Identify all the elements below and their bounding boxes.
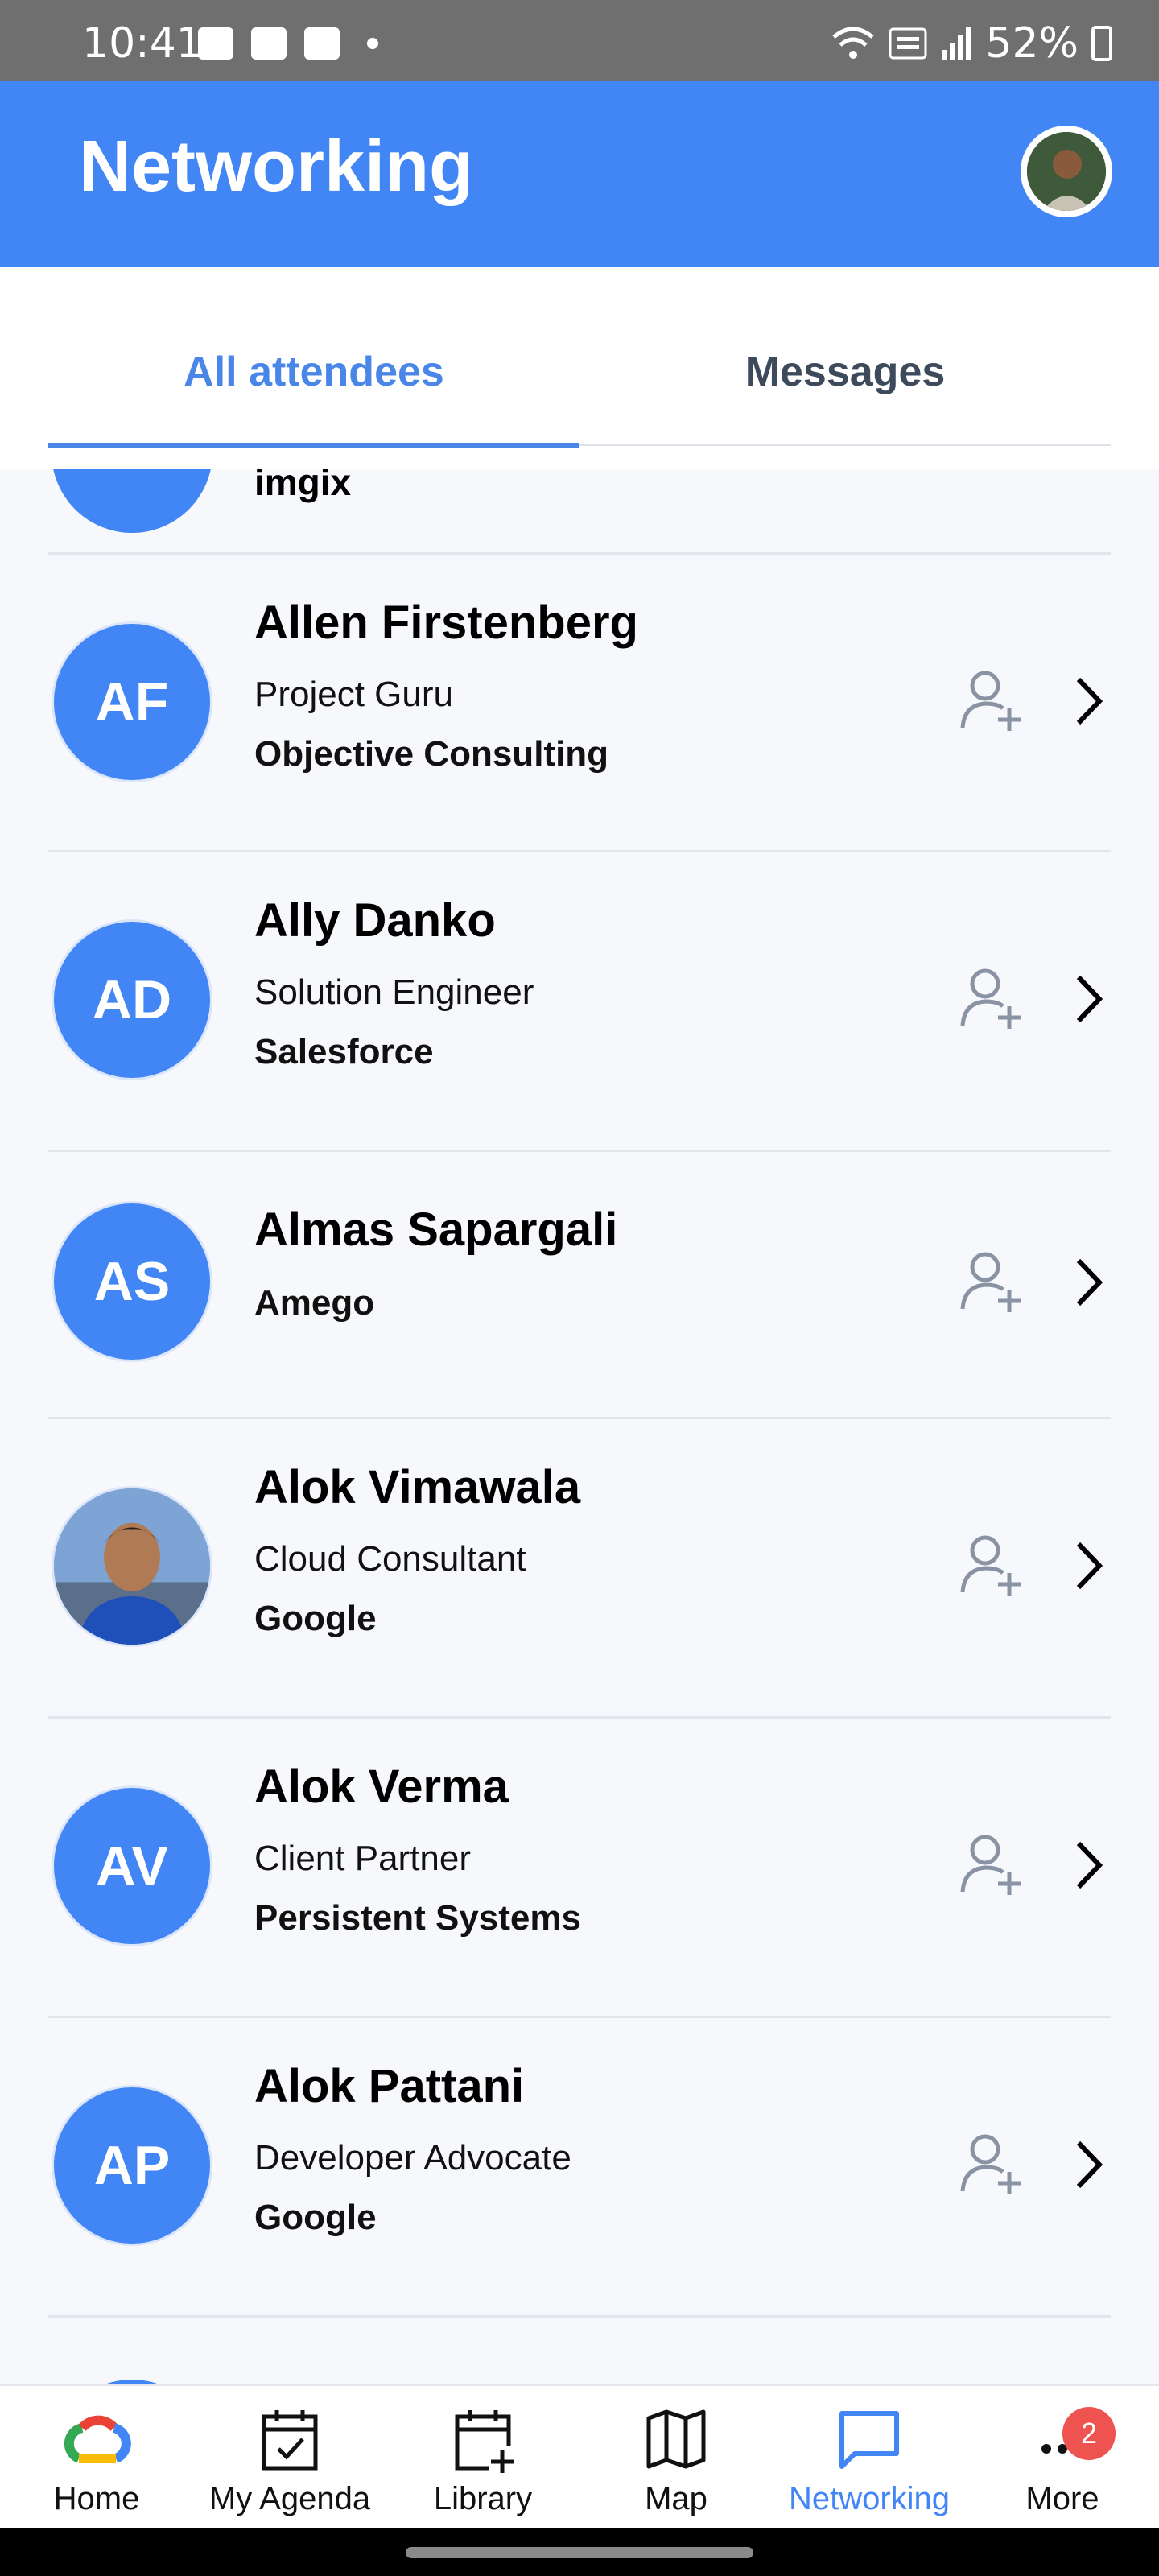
attendee-name: Allen Firstenberg <box>254 597 638 649</box>
chevron-right-icon[interactable] <box>1070 971 1111 1027</box>
attendee-company: Objective Consulting <box>254 734 609 774</box>
nav-more[interactable]: More <box>966 2386 1159 2529</box>
calendar-check-icon <box>262 2410 318 2471</box>
attendee-company: Amego <box>254 1283 375 1323</box>
attendee-company: Persistent Systems <box>254 1898 581 1938</box>
attendee-name: Ally Danko <box>254 894 496 947</box>
signal-icon <box>942 27 971 60</box>
avatar: AV <box>52 1785 212 1946</box>
avatar: AF <box>52 621 212 782</box>
map-icon <box>646 2409 706 2469</box>
attendee-name: Alok Vimawala <box>254 1461 581 1513</box>
avatar: AD <box>52 919 212 1080</box>
nav-networking[interactable]: Networking <box>773 2386 966 2529</box>
notification-badge: 2 <box>1062 2407 1116 2460</box>
chevron-right-icon[interactable] <box>1070 1254 1111 1311</box>
attendee-name: Alok Pattani <box>254 2060 525 2112</box>
attendee-name: Almas Sapargali <box>254 1203 618 1256</box>
attendee-title: Cloud Consultant <box>254 1539 526 1579</box>
add-contact-icon[interactable] <box>956 961 1029 1034</box>
attendee-company: imgix <box>254 469 352 503</box>
volte-icon <box>889 27 927 60</box>
tab-bar: All attendees Messages <box>0 267 1159 469</box>
battery-percent: 52% <box>985 19 1079 68</box>
paytm-icon <box>304 27 340 60</box>
add-contact-icon[interactable] <box>956 1528 1029 1600</box>
attendee-title: Project Guru <box>254 675 453 714</box>
notification-icons <box>198 27 378 60</box>
battery-icon <box>1091 26 1112 61</box>
nav-map[interactable]: Map <box>580 2386 773 2529</box>
attendee-title: Solution Engineer <box>254 972 534 1012</box>
attendee-row[interactable]: AP Alok Pattani Developer Advocate Googl… <box>0 2017 1159 2315</box>
attendee-list[interactable]: imgix AF Allen Firstenberg Project Guru … <box>0 469 1159 2384</box>
app-bar: Networking <box>0 80 1159 267</box>
avatar: AP <box>52 2085 212 2246</box>
system-status: 52% <box>831 19 1112 68</box>
attendee-row[interactable]: AS Almas Sapargali Amego <box>0 1151 1159 1417</box>
bottom-navigation: Home My Agenda Library Map Networking Mo… <box>0 2384 1159 2528</box>
status-bar: 10:41 52% <box>0 0 1159 80</box>
system-navigation-bar <box>0 2528 1159 2576</box>
attendee-company: Google <box>254 2198 377 2237</box>
nav-library[interactable]: Library <box>386 2386 580 2529</box>
chevron-right-icon[interactable] <box>1070 2136 1111 2193</box>
home-gesture-handle[interactable] <box>406 2547 753 2558</box>
wifi-icon <box>832 27 875 59</box>
attendee-company: Salesforce <box>254 1032 434 1071</box>
list-item-partial[interactable]: imgix <box>0 469 1159 554</box>
nav-label: Library <box>433 2481 533 2516</box>
attendee-title: Developer Advocate <box>254 2138 571 2178</box>
more-notifications-dot-icon <box>367 38 378 49</box>
chevron-right-icon[interactable] <box>1070 1538 1111 1594</box>
nav-my-agenda[interactable]: My Agenda <box>193 2386 386 2529</box>
profile-avatar[interactable] <box>1021 126 1112 217</box>
attendee-name: Alok Verma <box>254 1761 509 1813</box>
profile-photo <box>1027 132 1106 211</box>
attendee-row[interactable]: Alok Vimawala Cloud Consultant Google <box>0 1418 1159 1716</box>
attendee-company: Google <box>254 1599 377 1638</box>
divider <box>48 2315 1111 2318</box>
outlook-icon <box>251 27 287 60</box>
nav-label: Networking <box>788 2481 951 2516</box>
page-title: Networking <box>79 126 474 207</box>
add-contact-icon[interactable] <box>956 1827 1029 1900</box>
calendar-plus-icon <box>455 2410 514 2473</box>
attendee-row[interactable]: AV Alok Verma Client Partner Persistent … <box>0 1718 1159 2016</box>
tab-messages[interactable]: Messages <box>580 348 1111 396</box>
attendee-photo <box>54 1488 210 1645</box>
avatar <box>52 469 212 533</box>
add-contact-icon[interactable] <box>956 1245 1029 1317</box>
google-cloud-logo-icon <box>64 2415 131 2463</box>
status-time: 10:41 <box>82 19 203 68</box>
gallery-icon <box>198 27 233 60</box>
tab-all-attendees[interactable]: All attendees <box>48 348 580 396</box>
nav-label: More <box>1025 2481 1099 2516</box>
nav-label: My Agenda <box>208 2481 371 2516</box>
nav-home[interactable]: Home <box>0 2386 193 2529</box>
avatar <box>52 1486 212 1647</box>
nav-label: Home <box>53 2481 140 2516</box>
avatar: AS <box>52 1201 212 1362</box>
nav-label: Map <box>645 2481 707 2516</box>
add-contact-icon[interactable] <box>956 2127 1029 2199</box>
attendee-row[interactable]: AD Ally Danko Solution Engineer Salesfor… <box>0 852 1159 1150</box>
attendee-title: Client Partner <box>254 1839 472 1878</box>
chat-icon <box>839 2411 899 2469</box>
add-contact-icon[interactable] <box>956 663 1029 736</box>
chevron-right-icon[interactable] <box>1070 1837 1111 1893</box>
chevron-right-icon[interactable] <box>1070 673 1111 729</box>
attendee-row[interactable]: AF Allen Firstenberg Project Guru Object… <box>0 554 1159 852</box>
active-tab-indicator <box>48 443 580 448</box>
